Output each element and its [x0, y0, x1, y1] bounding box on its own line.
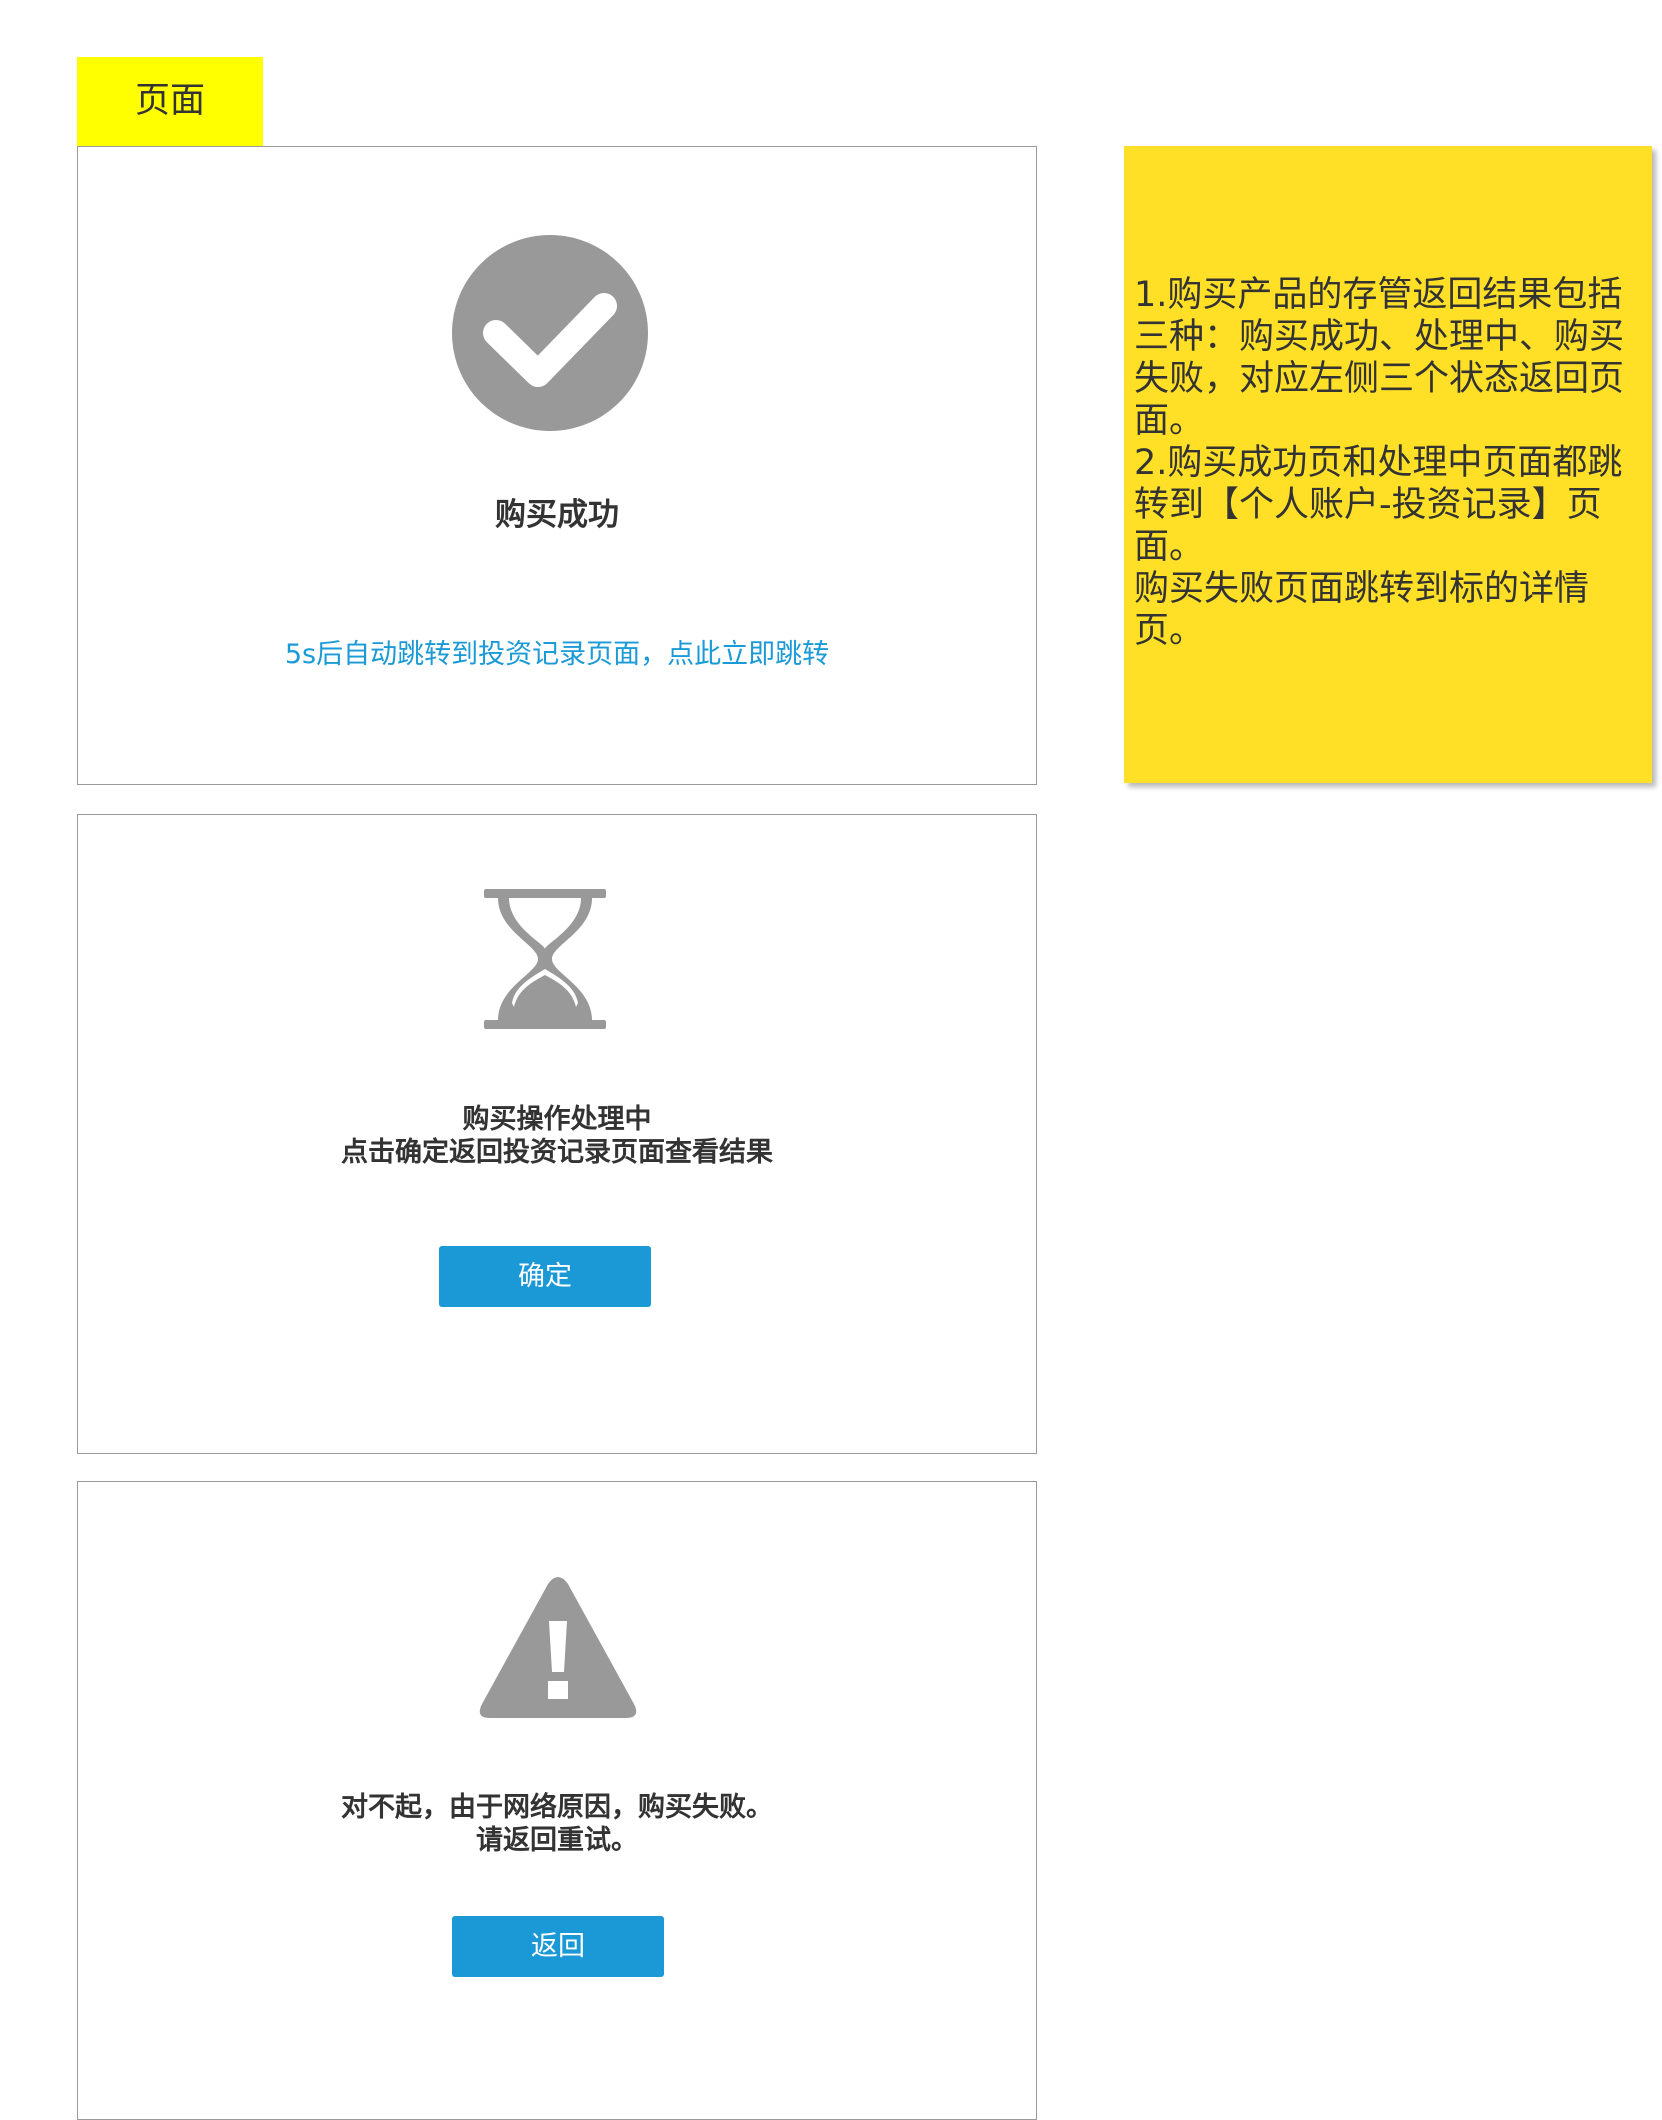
processing-title-line-1: 购买操作处理中 [462, 1104, 652, 1135]
purchase-processing-panel: 购买操作处理中 点击确定返回投资记录页面查看结果 确定 [77, 814, 1037, 1454]
confirm-button[interactable]: 确定 [439, 1246, 651, 1307]
annotation-note: 1.购买产品的存管返回结果包括三种：购买成功、处理中、购买失败，对应左侧三个状态… [1124, 146, 1652, 783]
note-line-1: 1.购买产品的存管返回结果包括三种：购买成功、处理中、购买失败，对应左侧三个状态… [1134, 275, 1625, 441]
purchase-failure-panel: 对不起，由于网络原因，购买失败。 请返回重试。 返回 [77, 1481, 1037, 2120]
redirect-link[interactable]: 5s后自动跳转到投资记录页面，点此立即跳转 [78, 637, 1036, 673]
check-circle-icon [452, 235, 648, 431]
purchase-success-panel: 购买成功 5s后自动跳转到投资记录页面，点此立即跳转 [77, 146, 1037, 785]
processing-title-line-2: 点击确定返回投资记录页面查看结果 [341, 1137, 773, 1168]
back-button[interactable]: 返回 [452, 1916, 664, 1977]
page-tab-label: 页面 [77, 57, 263, 146]
note-line-2: 2.购买成功页和处理中页面都跳转到【个人账户-投资记录】页面。 [1134, 443, 1623, 567]
note-line-3: 购买失败页面跳转到标的详情页。 [1134, 569, 1590, 651]
failure-title: 对不起，由于网络原因，购买失败。 请返回重试。 [78, 1791, 1036, 1857]
processing-title: 购买操作处理中 点击确定返回投资记录页面查看结果 [78, 1103, 1036, 1169]
failure-title-line-1: 对不起，由于网络原因，购买失败。 [341, 1792, 773, 1823]
hourglass-icon [484, 889, 606, 1029]
success-title: 购买成功 [495, 497, 619, 533]
warning-triangle-icon [479, 1577, 637, 1718]
failure-title-line-2: 请返回重试。 [476, 1825, 638, 1856]
